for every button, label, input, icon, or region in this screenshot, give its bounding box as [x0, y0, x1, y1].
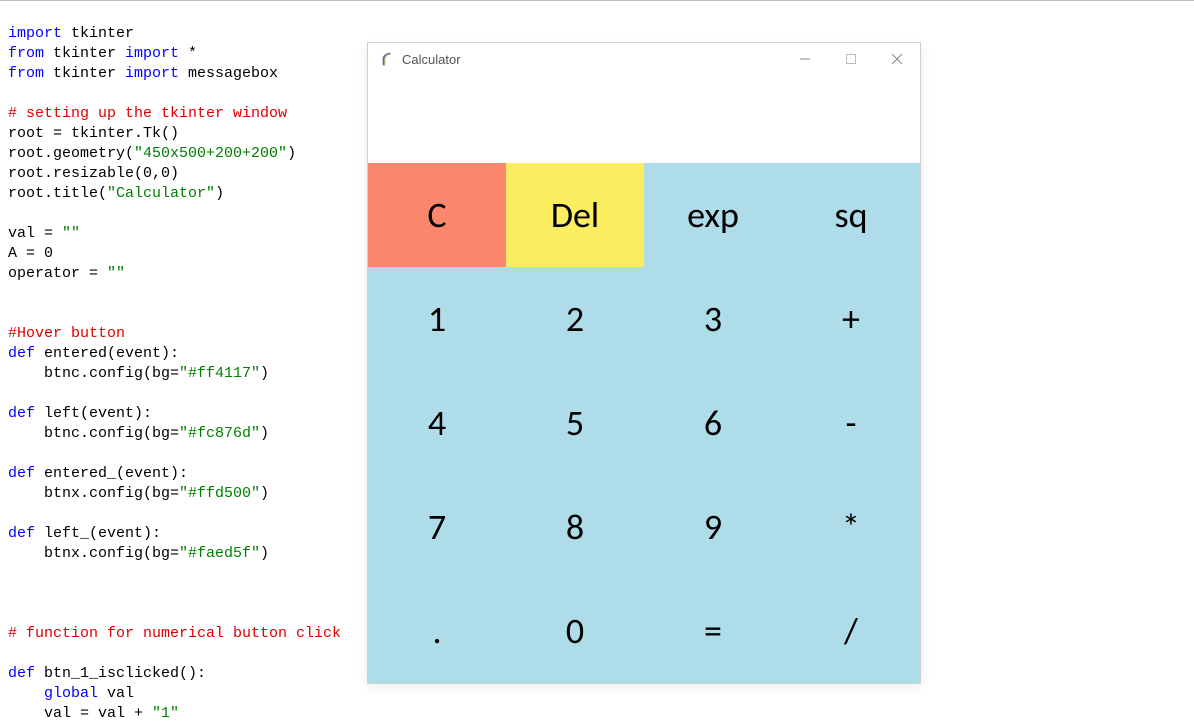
calculator-display [368, 75, 920, 163]
kw-import: import [125, 65, 179, 82]
multiply-button[interactable]: * [782, 475, 920, 579]
code-text: * [179, 45, 197, 62]
code-string: "#faed5f" [179, 545, 260, 562]
code-text: left_(event): [35, 525, 161, 542]
decimal-button[interactable]: . [368, 579, 506, 683]
code-text: tkinter [44, 45, 125, 62]
window-maximize-button[interactable] [828, 43, 874, 75]
square-button[interactable]: sq [782, 163, 920, 267]
kw-def: def [8, 665, 35, 682]
code-text: btn_1_isclicked(): [35, 665, 206, 682]
code-text: btnx.config(bg= [8, 485, 179, 502]
code-text: ) [260, 485, 269, 502]
minus-button[interactable]: - [782, 371, 920, 475]
code-text: root = tkinter.Tk() [8, 125, 179, 142]
digit-4-button[interactable]: 4 [368, 371, 506, 475]
digit-2-button[interactable]: 2 [506, 267, 644, 371]
code-comment: #Hover button [8, 325, 125, 342]
digit-3-button[interactable]: 3 [644, 267, 782, 371]
clear-button[interactable]: C [368, 163, 506, 267]
code-text: ) [260, 425, 269, 442]
digit-5-button[interactable]: 5 [506, 371, 644, 475]
code-string: "450x500+200+200" [134, 145, 287, 162]
digit-1-button[interactable]: 1 [368, 267, 506, 371]
kw-def: def [8, 345, 35, 362]
plus-button[interactable]: + [782, 267, 920, 371]
code-text: entered_(event): [35, 465, 188, 482]
code-string: "Calculator" [107, 185, 215, 202]
code-text: A = 0 [8, 245, 53, 262]
code-text: left(event): [35, 405, 152, 422]
divide-button[interactable]: / [782, 579, 920, 683]
screenshot-root: import tkinterfrom tkinter import *from … [0, 0, 1194, 722]
code-text: root.title( [8, 185, 107, 202]
code-text: entered(event): [35, 345, 179, 362]
code-text: ) [260, 545, 269, 562]
kw-import: import [125, 45, 179, 62]
window-titlebar[interactable]: Calculator [368, 43, 920, 75]
window-minimize-button[interactable] [782, 43, 828, 75]
digit-9-button[interactable]: 9 [644, 475, 782, 579]
code-text: ) [215, 185, 224, 202]
digit-8-button[interactable]: 8 [506, 475, 644, 579]
kw-def: def [8, 525, 35, 542]
code-text: val = [8, 225, 62, 242]
code-string: "#ffd500" [179, 485, 260, 502]
kw-def: def [8, 465, 35, 482]
exponent-button[interactable]: exp [644, 163, 782, 267]
delete-button[interactable]: Del [506, 163, 644, 267]
code-text: operator = [8, 265, 107, 282]
digit-6-button[interactable]: 6 [644, 371, 782, 475]
code-text: btnx.config(bg= [8, 545, 179, 562]
code-text: btnc.config(bg= [8, 365, 179, 382]
calculator-button-grid: C Del exp sq 1 2 3 + 4 5 6 - 7 8 9 * . 0… [368, 163, 920, 683]
code-text: btnc.config(bg= [8, 425, 179, 442]
tk-feather-icon [378, 51, 394, 67]
digit-0-button[interactable]: 0 [506, 579, 644, 683]
kw-global: global [8, 685, 98, 702]
code-text: root.resizable(0,0) [8, 165, 179, 182]
code-text: messagebox [179, 65, 278, 82]
kw-import: import [8, 25, 62, 42]
code-string: "" [107, 265, 125, 282]
code-text: ) [287, 145, 296, 162]
code-comment: # function for numerical button click [8, 625, 341, 642]
code-text: tkinter [62, 25, 134, 42]
window-title: Calculator [402, 52, 461, 67]
code-text: val [98, 685, 134, 702]
code-string: "" [62, 225, 80, 242]
kw-def: def [8, 405, 35, 422]
code-text: val = val + [8, 705, 152, 722]
code-text: ) [260, 365, 269, 382]
equals-button[interactable]: = [644, 579, 782, 683]
code-string: "1" [152, 705, 179, 722]
kw-from: from [8, 45, 44, 62]
code-comment: # setting up the tkinter window [8, 105, 287, 122]
kw-from: from [8, 65, 44, 82]
code-string: "#fc876d" [179, 425, 260, 442]
window-close-button[interactable] [874, 43, 920, 75]
calculator-window: Calculator C Del exp sq 1 2 3 + 4 5 6 [367, 42, 921, 684]
code-string: "#ff4117" [179, 365, 260, 382]
digit-7-button[interactable]: 7 [368, 475, 506, 579]
code-text: root.geometry( [8, 145, 134, 162]
code-text: tkinter [44, 65, 125, 82]
